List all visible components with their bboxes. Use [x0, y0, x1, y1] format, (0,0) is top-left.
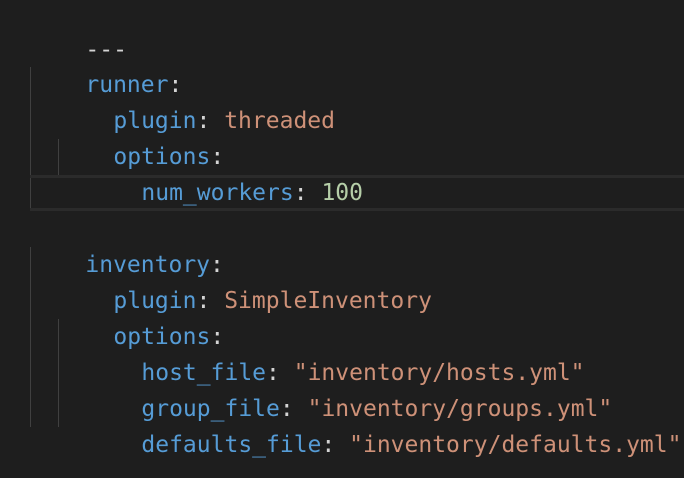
runner-plugin-value: threaded [224, 108, 335, 134]
code-line-runner-options[interactable]: options: [58, 103, 224, 170]
code-line-inventory[interactable]: inventory: [30, 211, 223, 278]
code-editor[interactable]: --- runner: plugin: threaded options: nu… [0, 0, 684, 478]
colon: : [293, 180, 308, 206]
code-line-doc-start[interactable]: --- [30, 0, 127, 63]
num-workers-value: 100 [321, 180, 363, 206]
code-line-inventory-options[interactable]: options: [58, 283, 224, 350]
code-line-defaults-file[interactable]: defaults_file: "inventory/defaults.yml" [86, 391, 681, 458]
defaults-file-key: defaults_file [141, 432, 322, 458]
defaults-file-value: "inventory/defaults.yml" [349, 432, 682, 458]
code-line-runner-plugin[interactable]: plugin: threaded [58, 67, 335, 134]
code-line-runner[interactable]: runner: [30, 31, 182, 98]
colon: : [321, 432, 336, 458]
code-line-group-file[interactable]: group_file: "inventory/groups.yml" [86, 355, 612, 422]
code-line-num-workers[interactable]: num_workers: 100 [86, 139, 363, 206]
code-line-inventory-plugin[interactable]: plugin: SimpleInventory [58, 247, 432, 314]
inventory-plugin-value: SimpleInventory [224, 288, 432, 314]
num-workers-key: num_workers [141, 180, 294, 206]
code-line-host-file[interactable]: host_file: "inventory/hosts.yml" [86, 319, 584, 386]
